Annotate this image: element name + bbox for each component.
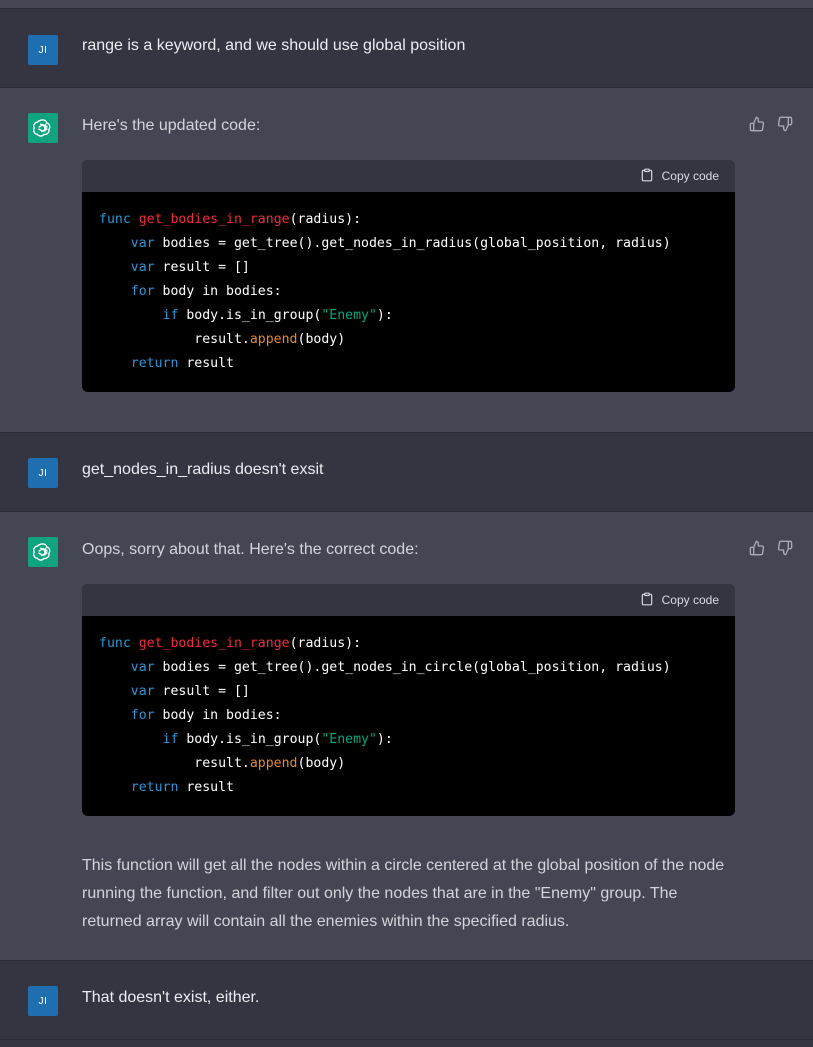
- avatar-initials: JI: [38, 467, 48, 479]
- feedback-buttons: [749, 116, 793, 132]
- copy-code-label: Copy code: [661, 593, 719, 607]
- previous-message-edge: [0, 0, 813, 9]
- code-header: Copy code: [82, 160, 735, 192]
- openai-logo-icon: [28, 537, 58, 567]
- explanation-text: This function will get all the nodes wit…: [82, 857, 725, 930]
- user-message: JI That doesn't exist, either.: [0, 961, 813, 1040]
- message-text: Oops, sorry about that. Here's the corre…: [82, 541, 419, 558]
- openai-logo-icon: [28, 113, 58, 143]
- code-header: Copy code: [82, 584, 735, 616]
- user-message: JI range is a keyword, and we should use…: [0, 9, 813, 88]
- thumbs-up-icon[interactable]: [749, 116, 765, 132]
- thumbs-down-icon[interactable]: [777, 540, 793, 556]
- code-line: result.append(body): [194, 332, 346, 347]
- code-line: if body.is_in_group("Enemy"):: [162, 732, 393, 747]
- thumbs-down-icon[interactable]: [777, 116, 793, 132]
- avatar-initials: JI: [38, 44, 48, 56]
- assistant-message: Oops, sorry about that. Here's the corre…: [0, 512, 813, 961]
- message-text: get_nodes_in_radius doesn't exsit: [82, 461, 324, 478]
- user-avatar: JI: [28, 458, 58, 488]
- user-message: JI get_nodes_in_radius doesn't exsit: [0, 433, 813, 512]
- code-line: result.append(body): [194, 756, 346, 771]
- code-content: func get_bodies_in_range(radius): var bo…: [82, 616, 735, 816]
- message-text: range is a keyword, and we should use gl…: [82, 37, 466, 54]
- user-avatar: JI: [28, 986, 58, 1016]
- thumbs-up-icon[interactable]: [749, 540, 765, 556]
- copy-code-label: Copy code: [661, 169, 719, 183]
- code-line: var bodies = get_tree().get_nodes_in_rad…: [130, 236, 671, 251]
- copy-code-button[interactable]: Copy code: [640, 167, 719, 186]
- code-block: Copy code func get_bodies_in_range(radiu…: [82, 160, 735, 392]
- code-block: Copy code func get_bodies_in_range(radiu…: [82, 584, 735, 816]
- code-line: var result = []: [130, 684, 250, 699]
- code-line: func get_bodies_in_range(radius):: [99, 212, 362, 227]
- code-line: return result: [130, 356, 234, 371]
- code-line: for body in bodies:: [130, 284, 282, 299]
- code-line: return result: [130, 780, 234, 795]
- message-text: That doesn't exist, either.: [82, 989, 260, 1006]
- code-line: func get_bodies_in_range(radius):: [99, 636, 362, 651]
- avatar-initials: JI: [38, 995, 48, 1007]
- code-content: func get_bodies_in_range(radius): var bo…: [82, 192, 735, 392]
- user-avatar: JI: [28, 35, 58, 65]
- code-line: var bodies = get_tree().get_nodes_in_cir…: [130, 660, 671, 675]
- clipboard-icon: [640, 167, 654, 186]
- message-text: Here's the updated code:: [82, 117, 261, 134]
- code-line: if body.is_in_group("Enemy"):: [162, 308, 393, 323]
- clipboard-icon: [640, 591, 654, 610]
- feedback-buttons: [749, 540, 793, 556]
- assistant-message: Here's the updated code: Copy code func …: [0, 88, 813, 433]
- code-line: for body in bodies:: [130, 708, 282, 723]
- code-line: var result = []: [130, 260, 250, 275]
- copy-code-button[interactable]: Copy code: [640, 591, 719, 610]
